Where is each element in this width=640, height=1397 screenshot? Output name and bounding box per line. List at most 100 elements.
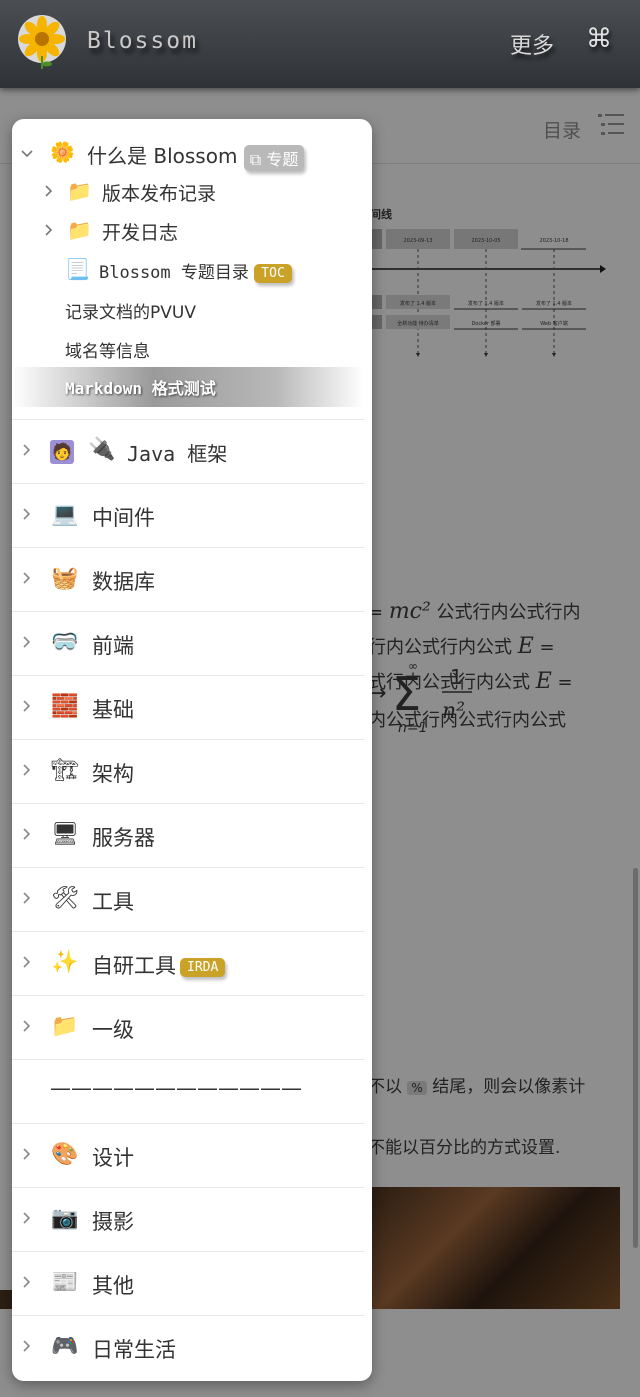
tree-root-item[interactable]: 🌼 什么是 Blossom ⧉ 专题 — [12, 139, 372, 171]
tree-section-item[interactable]: 🏗 架构 — [12, 740, 372, 804]
tree-section-item[interactable]: 🥽 前端 — [12, 612, 372, 676]
article-note-1: 不以 % 结尾，则会以像素计 — [368, 1072, 585, 1097]
chevron-right-icon[interactable] — [42, 223, 56, 237]
tree-section-item[interactable]: 🖥 服务器 — [12, 804, 372, 868]
more-menu-button[interactable]: 更多 — [510, 28, 554, 60]
logo-flower-icon[interactable] — [17, 14, 67, 70]
section-icon: 🎮 — [51, 1334, 79, 1359]
tree-section-item[interactable]: 🎨 设计 — [12, 1124, 372, 1188]
section-icon: 📰 — [51, 1270, 79, 1295]
tree-child-devlog[interactable]: 📁 开发日志 — [12, 217, 372, 245]
formula-line-2-math: E — [517, 634, 534, 659]
tree-child-release[interactable]: 📁 版本发布记录 — [12, 178, 372, 206]
formula-line-1-math: mc² — [388, 599, 431, 624]
top-header: Blossom 更多 ⌘ — [0, 0, 640, 88]
chevron-down-icon[interactable] — [20, 147, 34, 161]
tree-child-label: 开发日志 — [102, 222, 179, 244]
tree-doc-label: 域名等信息 — [65, 342, 150, 362]
topic-badge: ⧉ 专题 — [243, 144, 305, 171]
tree-section-item[interactable]: ✨ 自研工具 IRDA — [12, 932, 372, 996]
tree-section-item[interactable]: 🎮 日常生活 — [12, 1316, 372, 1380]
sum-denominator: n² — [442, 699, 465, 724]
tree-section-label-text: ———————————— — [50, 1076, 302, 1100]
tree-doc-item[interactable]: 记录文档的PVUV — [12, 296, 372, 324]
tree-section-label: 架构 — [92, 758, 134, 788]
chevron-right-icon[interactable] — [20, 699, 34, 713]
chevron-right-icon[interactable] — [20, 571, 34, 585]
tree-section-item[interactable]: 📰 其他 — [12, 1252, 372, 1316]
tree-section-item[interactable]: 📁 一级 — [12, 996, 372, 1060]
chevron-right-icon[interactable] — [20, 955, 34, 969]
chevron-right-icon[interactable] — [20, 827, 34, 841]
chevron-right-icon[interactable] — [20, 1147, 34, 1161]
timeline-note-2: 发布了 1.4 版本 — [468, 300, 504, 307]
tree-section-label: ———————————— — [50, 1076, 302, 1100]
chevron-right-icon[interactable] — [20, 763, 34, 777]
tree-active-label[interactable]: Markdown 格式测试 — [65, 375, 216, 399]
section-icon: ✨ — [51, 950, 79, 975]
section-icon: 🥽 — [51, 630, 79, 655]
chevron-right-icon[interactable] — [20, 635, 34, 649]
section-icon: 🏗 — [51, 758, 79, 783]
sum-upper: ∞ — [408, 660, 418, 673]
timeline-date-2: 2023-10-05 — [471, 238, 500, 244]
timeline-note-6: Web 客户端 — [540, 320, 568, 327]
timeline-figure: 2023-09-13 2023-10-05 2023-10-18 发布了 1.4… — [368, 229, 606, 357]
article-photo — [368, 1187, 620, 1309]
tree-section-item[interactable]: ———————————— — [12, 1060, 372, 1124]
tree-section-item[interactable]: 🧱 基础 — [12, 676, 372, 740]
avatar-icon: 🧑 — [50, 440, 74, 464]
command-icon[interactable]: ⌘ — [586, 26, 612, 52]
chevron-right-icon[interactable] — [20, 1339, 34, 1353]
formula-line-3-math: E — [535, 669, 552, 694]
tree-section-label: 摄影 — [92, 1206, 134, 1236]
brand-title[interactable]: Blossom — [87, 28, 198, 54]
toc-list-icon[interactable] — [598, 112, 624, 138]
tree-section-label-text: Java 框架 — [127, 442, 228, 466]
tree-section-item[interactable]: 💻 中间件 — [12, 484, 372, 548]
chevron-right-icon[interactable] — [42, 184, 56, 198]
doc-tree-drawer: 🌼 什么是 Blossom ⧉ 专题 📁 版本发布记录 📁 开发日志 📃 Blo… — [12, 119, 372, 1381]
tree-section-label: 其他 — [92, 1270, 134, 1300]
formula-line-3-post: = — [551, 672, 573, 693]
tree-doc-item[interactable]: 域名等信息 — [12, 335, 372, 363]
timeline-note-5: Docker 部署 — [471, 320, 500, 327]
tree-section-label-text: 工具 — [92, 890, 134, 914]
article-note-2: 不能以百分比的方式设置. — [368, 1138, 561, 1158]
tree-section-label-text: 日常生活 — [92, 1338, 176, 1362]
tree-section-label-text: 前端 — [92, 634, 134, 658]
toc-toggle-label[interactable]: 目录 — [543, 116, 581, 143]
section-icon: 💻 — [51, 502, 79, 527]
sum-symbol: Σ — [392, 667, 421, 721]
section-icon: 🧺 — [51, 566, 79, 591]
tree-section-item[interactable]: 🛠 工具 — [12, 868, 372, 932]
tree-section-label-text: 设计 — [92, 1146, 134, 1170]
chevron-right-icon[interactable] — [20, 1275, 34, 1289]
tree-section-label-text: 服务器 — [92, 826, 155, 850]
sum-numerator: 1 — [450, 665, 463, 689]
tree-section-label: 一级 — [92, 1014, 134, 1044]
article-note-1-post: 结尾，则会以像素计 — [426, 1077, 586, 1097]
tree-section-label: 中间件 — [92, 502, 155, 532]
tree-section-item[interactable]: 🧑 🔌 Java 框架 — [12, 420, 372, 484]
tree-toc-label: Blossom 专题目录 TOC — [99, 258, 292, 283]
page-scrollbar[interactable] — [633, 868, 638, 1248]
section-icon: 📁 — [51, 1014, 79, 1039]
tree-section-label-text: 中间件 — [92, 506, 155, 530]
chevron-right-icon[interactable] — [20, 443, 34, 457]
tree-section-item[interactable]: 🧺 数据库 — [12, 548, 372, 612]
folder-icon: 📁 — [67, 179, 92, 203]
section-badge: IRDA — [180, 957, 226, 977]
chevron-right-icon[interactable] — [20, 1019, 34, 1033]
formula-line-1-post: 公式行内公式行内 — [430, 602, 581, 623]
chevron-right-icon[interactable] — [20, 507, 34, 521]
chevron-right-icon[interactable] — [20, 1211, 34, 1225]
inline-code: % — [407, 1081, 427, 1095]
chevron-right-icon[interactable] — [20, 891, 34, 905]
tree-section-label: 服务器 — [92, 822, 155, 852]
tree-section-item[interactable]: 📷 摄影 — [12, 1188, 372, 1252]
tree-section-label: 自研工具 IRDA — [92, 950, 226, 980]
timeline-date-3: 2023-10-18 — [539, 238, 568, 244]
tree-toc-item[interactable]: 📃 Blossom 专题目录 TOC — [12, 256, 372, 284]
tree-child-label: 版本发布记录 — [102, 183, 217, 205]
